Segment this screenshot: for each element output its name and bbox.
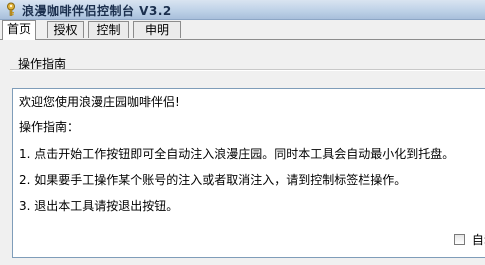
text-line: 1. 点击开始工作按钮即可全自动注入浪漫庄园。同时本工具会自动最小化到托盘。 (19, 147, 455, 161)
tab-bar: 首页 授权 控制 申明 (0, 20, 485, 40)
text-line: 欢迎您使用浪漫庄园咖啡伴侣! (19, 95, 180, 109)
text-line: 3. 退出本工具请按退出按钮。 (19, 199, 179, 213)
auto-checkbox-wrap[interactable]: 自动 (454, 231, 485, 247)
text-line: 2. 如果要手工操作某个账号的注入或者取消注入，请到控制标签栏操作。 (19, 173, 407, 187)
instructions-textbox[interactable]: 欢迎您使用浪漫庄园咖啡伴侣! 操作指南： 1. 点击开始工作按钮即可全自动注入浪… (12, 88, 485, 258)
tab-authorization[interactable]: 授权 (47, 21, 84, 38)
home-panel: 操作指南 欢迎您使用浪漫庄园咖啡伴侣! 操作指南： 1. 点击开始工作按钮即可全… (0, 39, 485, 265)
tab-statement[interactable]: 申明 (133, 21, 181, 38)
auto-checkbox-label: 自动 (471, 233, 485, 247)
text-line: 操作指南： (19, 120, 80, 134)
group-divider (10, 69, 485, 71)
auto-checkbox[interactable] (454, 234, 465, 245)
tab-home[interactable]: 首页 (2, 20, 36, 40)
key-icon (7, 2, 15, 16)
window-title: 浪漫咖啡伴侣控制台 V3.2 (22, 4, 172, 18)
tab-control[interactable]: 控制 (88, 21, 129, 38)
title-bar: 浪漫咖啡伴侣控制台 V3.2 (0, 0, 485, 20)
